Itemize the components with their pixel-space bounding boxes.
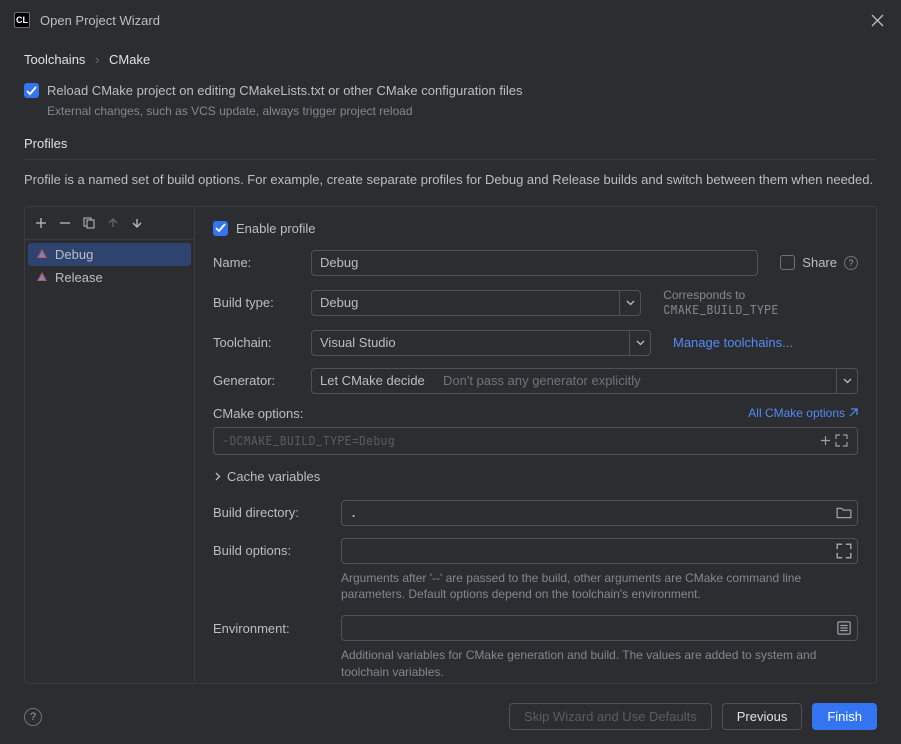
profile-item-debug[interactable]: Debug: [28, 243, 191, 266]
toolchain-label: Toolchain:: [213, 335, 303, 350]
build-options-label: Build options:: [213, 543, 333, 558]
share-help-icon[interactable]: ?: [844, 256, 858, 270]
window-title: Open Project Wizard: [40, 13, 160, 28]
cache-variables-toggle[interactable]: Cache variables: [213, 469, 858, 484]
add-option-button[interactable]: [817, 433, 833, 449]
external-link-icon: [848, 408, 858, 418]
generator-label: Generator:: [213, 373, 303, 388]
minus-icon: [58, 216, 72, 230]
environment-editor-button[interactable]: [836, 620, 852, 636]
profiles-description: Profile is a named set of build options.…: [24, 170, 877, 190]
profile-item-label: Debug: [55, 247, 93, 262]
expand-build-options-button[interactable]: [836, 543, 852, 559]
skip-wizard-button[interactable]: Skip Wizard and Use Defaults: [509, 703, 712, 730]
cache-variables-label: Cache variables: [227, 469, 320, 484]
close-button[interactable]: [867, 10, 887, 30]
share-label: Share: [802, 255, 837, 270]
enable-profile-label: Enable profile: [236, 221, 316, 236]
close-icon: [871, 14, 884, 27]
profile-item-release[interactable]: Release: [28, 266, 191, 289]
build-dir-label: Build directory:: [213, 505, 333, 520]
finish-button[interactable]: Finish: [812, 703, 877, 730]
toolchain-select[interactable]: [311, 330, 651, 356]
reload-label: Reload CMake project on editing CMakeLis…: [47, 83, 522, 98]
breadcrumb: Toolchains › CMake: [24, 40, 877, 83]
build-options-hint: Arguments after '--' are passed to the b…: [341, 570, 858, 604]
environment-hint: Additional variables for CMake generatio…: [341, 647, 858, 681]
enable-profile-checkbox[interactable]: [213, 221, 228, 236]
checkmark-icon: [26, 86, 37, 96]
manage-toolchains-link[interactable]: Manage toolchains...: [673, 335, 793, 350]
arrow-down-icon: [130, 216, 144, 230]
copy-profile-button[interactable]: [78, 212, 100, 234]
previous-button[interactable]: Previous: [722, 703, 803, 730]
add-profile-button[interactable]: [30, 212, 52, 234]
all-cmake-options-link[interactable]: All CMake options: [748, 406, 858, 420]
remove-profile-button[interactable]: [54, 212, 76, 234]
reload-checkbox[interactable]: [24, 83, 39, 98]
checkmark-icon: [215, 223, 226, 233]
share-checkbox[interactable]: [780, 255, 795, 270]
generator-select[interactable]: [311, 368, 858, 394]
plus-icon: [819, 434, 832, 447]
folder-icon: [836, 505, 852, 521]
reload-hint: External changes, such as VCS update, al…: [47, 104, 877, 118]
breadcrumb-toolchains[interactable]: Toolchains: [24, 52, 85, 67]
build-type-label: Build type:: [213, 295, 303, 310]
cmake-options-input[interactable]: -DCMAKE_BUILD_TYPE=Debug: [213, 427, 858, 455]
name-label: Name:: [213, 255, 303, 270]
list-icon: [836, 620, 852, 636]
build-type-select[interactable]: [311, 290, 641, 316]
move-up-button[interactable]: [102, 212, 124, 234]
build-options-input[interactable]: [341, 538, 858, 564]
name-input[interactable]: [311, 250, 758, 276]
profile-item-label: Release: [55, 270, 103, 285]
cmake-options-label: CMake options:: [213, 406, 303, 421]
profile-icon: [35, 247, 49, 261]
environment-input[interactable]: [341, 615, 858, 641]
profile-icon: [35, 270, 49, 284]
plus-icon: [34, 216, 48, 230]
copy-icon: [82, 216, 96, 230]
move-down-button[interactable]: [126, 212, 148, 234]
app-icon: CL: [14, 12, 30, 28]
profiles-header: Profiles: [24, 132, 877, 160]
build-dir-input[interactable]: [341, 500, 858, 526]
help-button[interactable]: ?: [24, 708, 42, 726]
environment-label: Environment:: [213, 621, 333, 636]
expand-icon: [835, 434, 848, 447]
expand-button[interactable]: [833, 433, 849, 449]
expand-icon: [836, 543, 852, 559]
breadcrumb-cmake[interactable]: CMake: [109, 52, 150, 67]
arrow-up-icon: [106, 216, 120, 230]
chevron-right-icon: [213, 472, 222, 481]
build-type-note: Corresponds to CMAKE_BUILD_TYPE: [663, 288, 858, 318]
browse-folder-button[interactable]: [836, 505, 852, 521]
